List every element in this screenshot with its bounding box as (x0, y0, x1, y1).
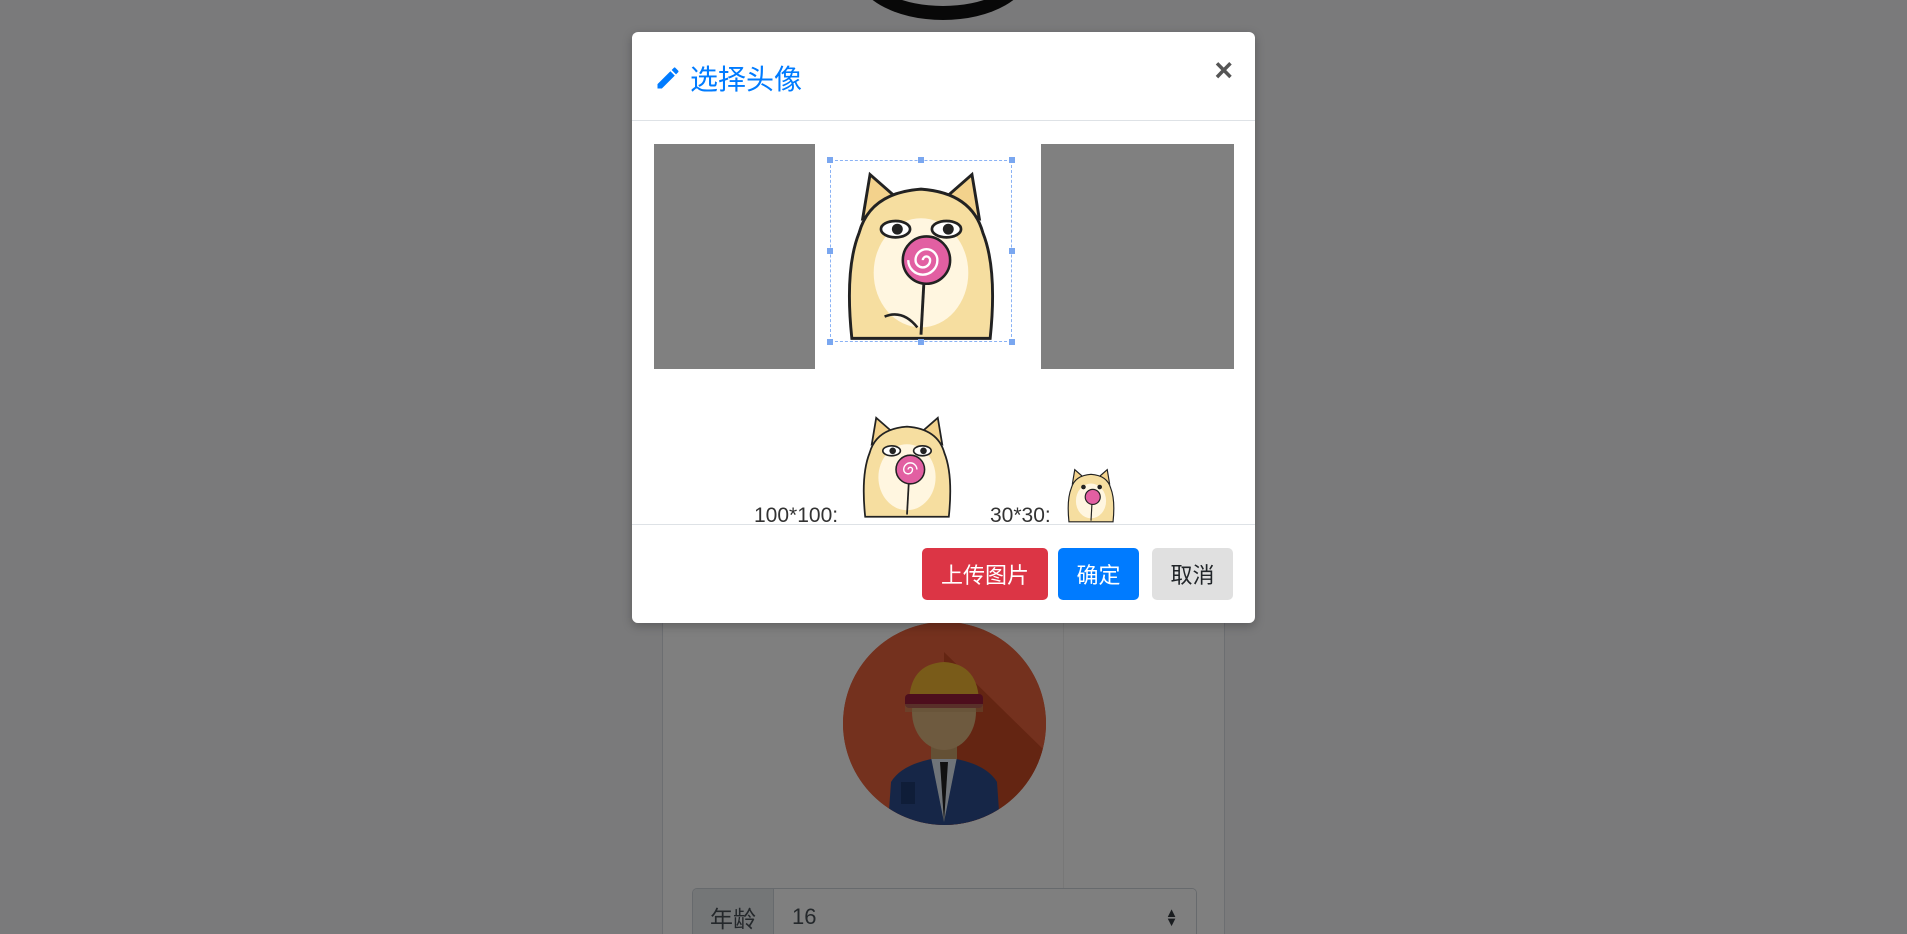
crop-handle-sw[interactable] (827, 339, 833, 345)
crop-preview-left-panel (654, 144, 815, 369)
confirm-button[interactable]: 确定 (1058, 548, 1139, 600)
modal-title: 选择头像 (654, 58, 802, 98)
preview-small-image (1062, 465, 1120, 523)
crop-handle-ne[interactable] (1009, 157, 1015, 163)
crop-selection-box[interactable] (830, 160, 1012, 342)
crop-handle-n[interactable] (918, 157, 924, 163)
dog-preview-large (862, 416, 952, 518)
upload-image-button[interactable]: 上传图片 (922, 548, 1048, 600)
preview-large-image (852, 409, 962, 519)
cancel-button[interactable]: 取消 (1152, 548, 1233, 600)
crop-handle-w[interactable] (827, 248, 833, 254)
crop-handle-se[interactable] (1009, 339, 1015, 345)
avatar-modal: 选择头像 × 100*100: 30*30: 上传图片 确定 取消 (632, 32, 1255, 623)
modal-body: 100*100: 30*30: (632, 121, 1255, 527)
close-icon: × (1214, 52, 1233, 88)
crop-handle-e[interactable] (1009, 248, 1015, 254)
crop-handle-s[interactable] (918, 339, 924, 345)
crop-handle-nw[interactable] (827, 157, 833, 163)
close-button[interactable]: × (1214, 54, 1233, 86)
modal-title-text: 选择头像 (690, 64, 803, 95)
modal-header: 选择头像 × (632, 32, 1255, 121)
pencil-icon (657, 67, 679, 89)
crop-preview-right-panel (1041, 144, 1234, 369)
modal-footer: 上传图片 确定 取消 (632, 524, 1255, 623)
dog-preview-small (1067, 468, 1115, 523)
